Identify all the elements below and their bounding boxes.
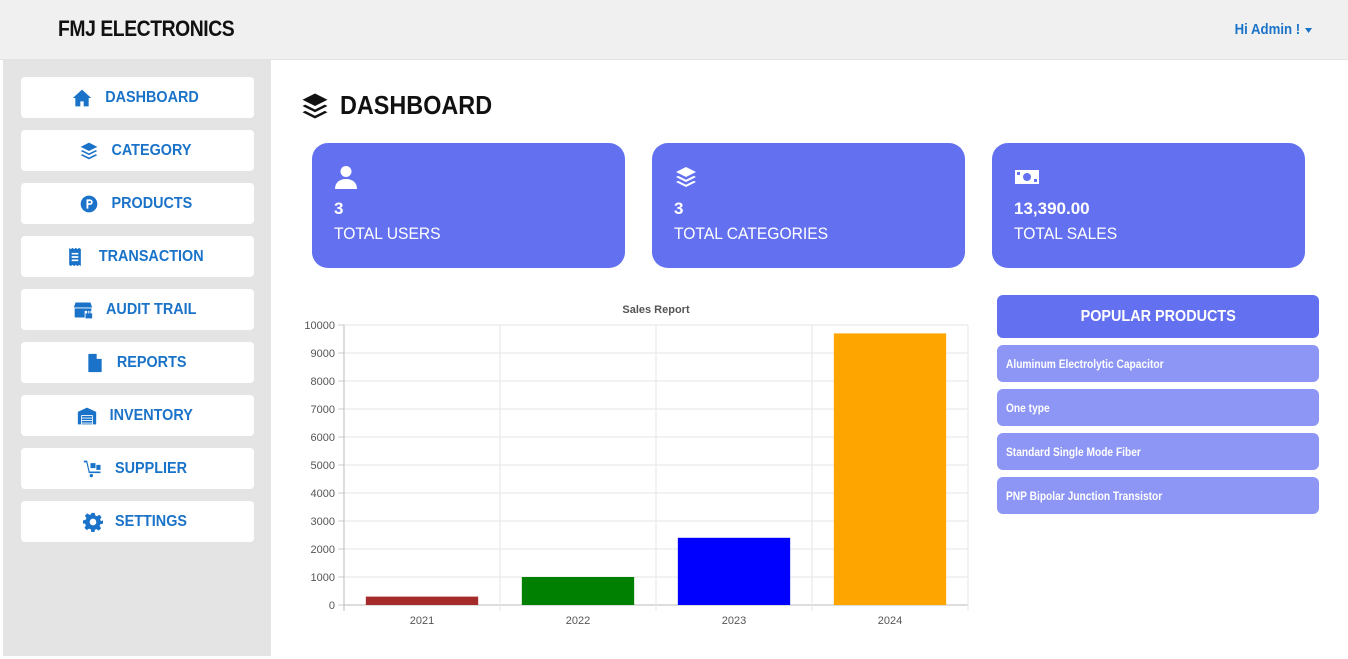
bar-2021 xyxy=(365,596,479,605)
popular-products-title: POPULAR PRODUCTS xyxy=(1080,307,1236,325)
sidebar: DASHBOARD CATEGORY PRODUCTS TRANSACTION … xyxy=(3,60,271,656)
y-tick-label: 3000 xyxy=(311,516,335,528)
user-icon xyxy=(335,166,357,189)
popular-product-label: One type xyxy=(1006,400,1050,415)
popular-product-item[interactable]: Standard Single Mode Fiber xyxy=(997,433,1319,470)
popular-product-label: Aluminum Electrolytic Capacitor xyxy=(1006,356,1164,371)
money-icon xyxy=(1015,170,1039,184)
dolly-icon xyxy=(84,460,101,477)
popular-product-item[interactable]: One type xyxy=(997,389,1319,426)
sidebar-item-label: PRODUCTS xyxy=(111,194,192,212)
popular-product-label: PNP Bipolar Junction Transistor xyxy=(1006,488,1163,503)
bar-2024 xyxy=(833,333,947,605)
home-icon xyxy=(72,89,91,106)
page-title: DASHBOARD xyxy=(300,90,509,121)
popular-product-item[interactable]: Aluminum Electrolytic Capacitor xyxy=(997,345,1319,382)
top-navbar: FMJ ELECTRONICS Hi Admin ! xyxy=(0,0,1348,60)
user-menu-label: Hi Admin ! xyxy=(1234,21,1300,38)
x-tick-label: 2022 xyxy=(566,615,590,627)
y-tick-label: 6000 xyxy=(311,432,335,444)
layers-icon xyxy=(676,167,696,187)
y-tick-label: 1000 xyxy=(311,572,335,584)
popular-products-heading: POPULAR PRODUCTS xyxy=(997,295,1319,338)
file-icon xyxy=(88,353,102,372)
store-lock-icon xyxy=(74,302,93,318)
sidebar-item-label: AUDIT TRAIL xyxy=(106,300,197,318)
stat-label: TOTAL USERS xyxy=(334,224,441,243)
sidebar-item-reports[interactable]: REPORTS xyxy=(21,342,254,383)
popular-product-item[interactable]: PNP Bipolar Junction Transistor xyxy=(997,477,1319,514)
x-tick-label: 2024 xyxy=(878,615,902,627)
stat-card-users: 3 TOTAL USERS xyxy=(312,143,625,268)
stat-value: 13,390.00 xyxy=(1014,199,1090,218)
bar-2023 xyxy=(677,537,791,605)
x-tick-label: 2023 xyxy=(722,615,746,627)
sidebar-item-inventory[interactable]: INVENTORY xyxy=(21,395,254,436)
stat-label: TOTAL CATEGORIES xyxy=(674,224,829,243)
sidebar-item-label: INVENTORY xyxy=(109,406,194,424)
sidebar-item-transaction[interactable]: TRANSACTION xyxy=(21,236,254,277)
popular-product-label: Standard Single Mode Fiber xyxy=(1006,444,1141,459)
sidebar-item-products[interactable]: PRODUCTS xyxy=(21,183,254,224)
sidebar-item-label: REPORTS xyxy=(116,353,187,371)
main-content: DASHBOARD 3 TOTAL USERS 3 TOTAL CATEGORI… xyxy=(272,60,1348,656)
sidebar-item-settings[interactable]: SETTINGS xyxy=(21,501,254,542)
chevron-down-icon xyxy=(1304,27,1312,33)
user-menu-dropdown[interactable]: Hi Admin ! xyxy=(1234,21,1312,38)
layers-icon xyxy=(302,93,328,118)
sidebar-item-audit-trail[interactable]: AUDIT TRAIL xyxy=(21,289,254,330)
stat-card-sales: 13,390.00 TOTAL SALES xyxy=(992,143,1305,268)
sales-report-chart: Sales Report 0 1000 2000 3000 4000 5000 6000 700… xyxy=(292,300,972,630)
receipt-icon xyxy=(69,247,82,266)
stat-value: 3 xyxy=(334,199,344,218)
sidebar-item-category[interactable]: CATEGORY xyxy=(21,130,254,171)
layers-icon xyxy=(80,142,98,159)
sidebar-item-label: DASHBOARD xyxy=(104,88,199,106)
y-tick-label: 5000 xyxy=(311,460,335,472)
sidebar-item-label: SUPPLIER xyxy=(115,459,188,477)
y-tick-label: 0 xyxy=(329,600,335,612)
warehouse-icon xyxy=(78,407,97,424)
sidebar-item-label: SETTINGS xyxy=(115,512,188,530)
bar-chart-svg: Sales Report 0 1000 2000 3000 4000 5000 6000 700… xyxy=(304,304,969,627)
chart-title: Sales Report xyxy=(622,304,690,316)
stat-label: TOTAL SALES xyxy=(1014,224,1118,243)
sidebar-item-supplier[interactable]: SUPPLIER xyxy=(21,448,254,489)
y-tick-label: 2000 xyxy=(311,544,335,556)
sidebar-item-label: TRANSACTION xyxy=(99,247,204,265)
brand-logo-text[interactable]: FMJ ELECTRONICS xyxy=(58,16,235,42)
bar-2022 xyxy=(521,577,635,605)
page-title-text: DASHBOARD xyxy=(340,90,493,120)
sidebar-item-dashboard[interactable]: DASHBOARD xyxy=(21,77,254,118)
sidebar-item-label: CATEGORY xyxy=(111,141,192,159)
y-tick-label: 10000 xyxy=(304,320,335,332)
stat-value: 3 xyxy=(674,199,684,218)
y-tick-label: 4000 xyxy=(311,488,335,500)
product-p-icon xyxy=(80,195,97,212)
stat-card-categories: 3 TOTAL CATEGORIES xyxy=(652,143,965,268)
x-tick-label: 2021 xyxy=(410,615,434,627)
y-tick-label: 9000 xyxy=(311,348,335,360)
y-tick-label: 7000 xyxy=(311,404,335,416)
y-tick-label: 8000 xyxy=(311,376,335,388)
gear-icon xyxy=(83,512,104,532)
